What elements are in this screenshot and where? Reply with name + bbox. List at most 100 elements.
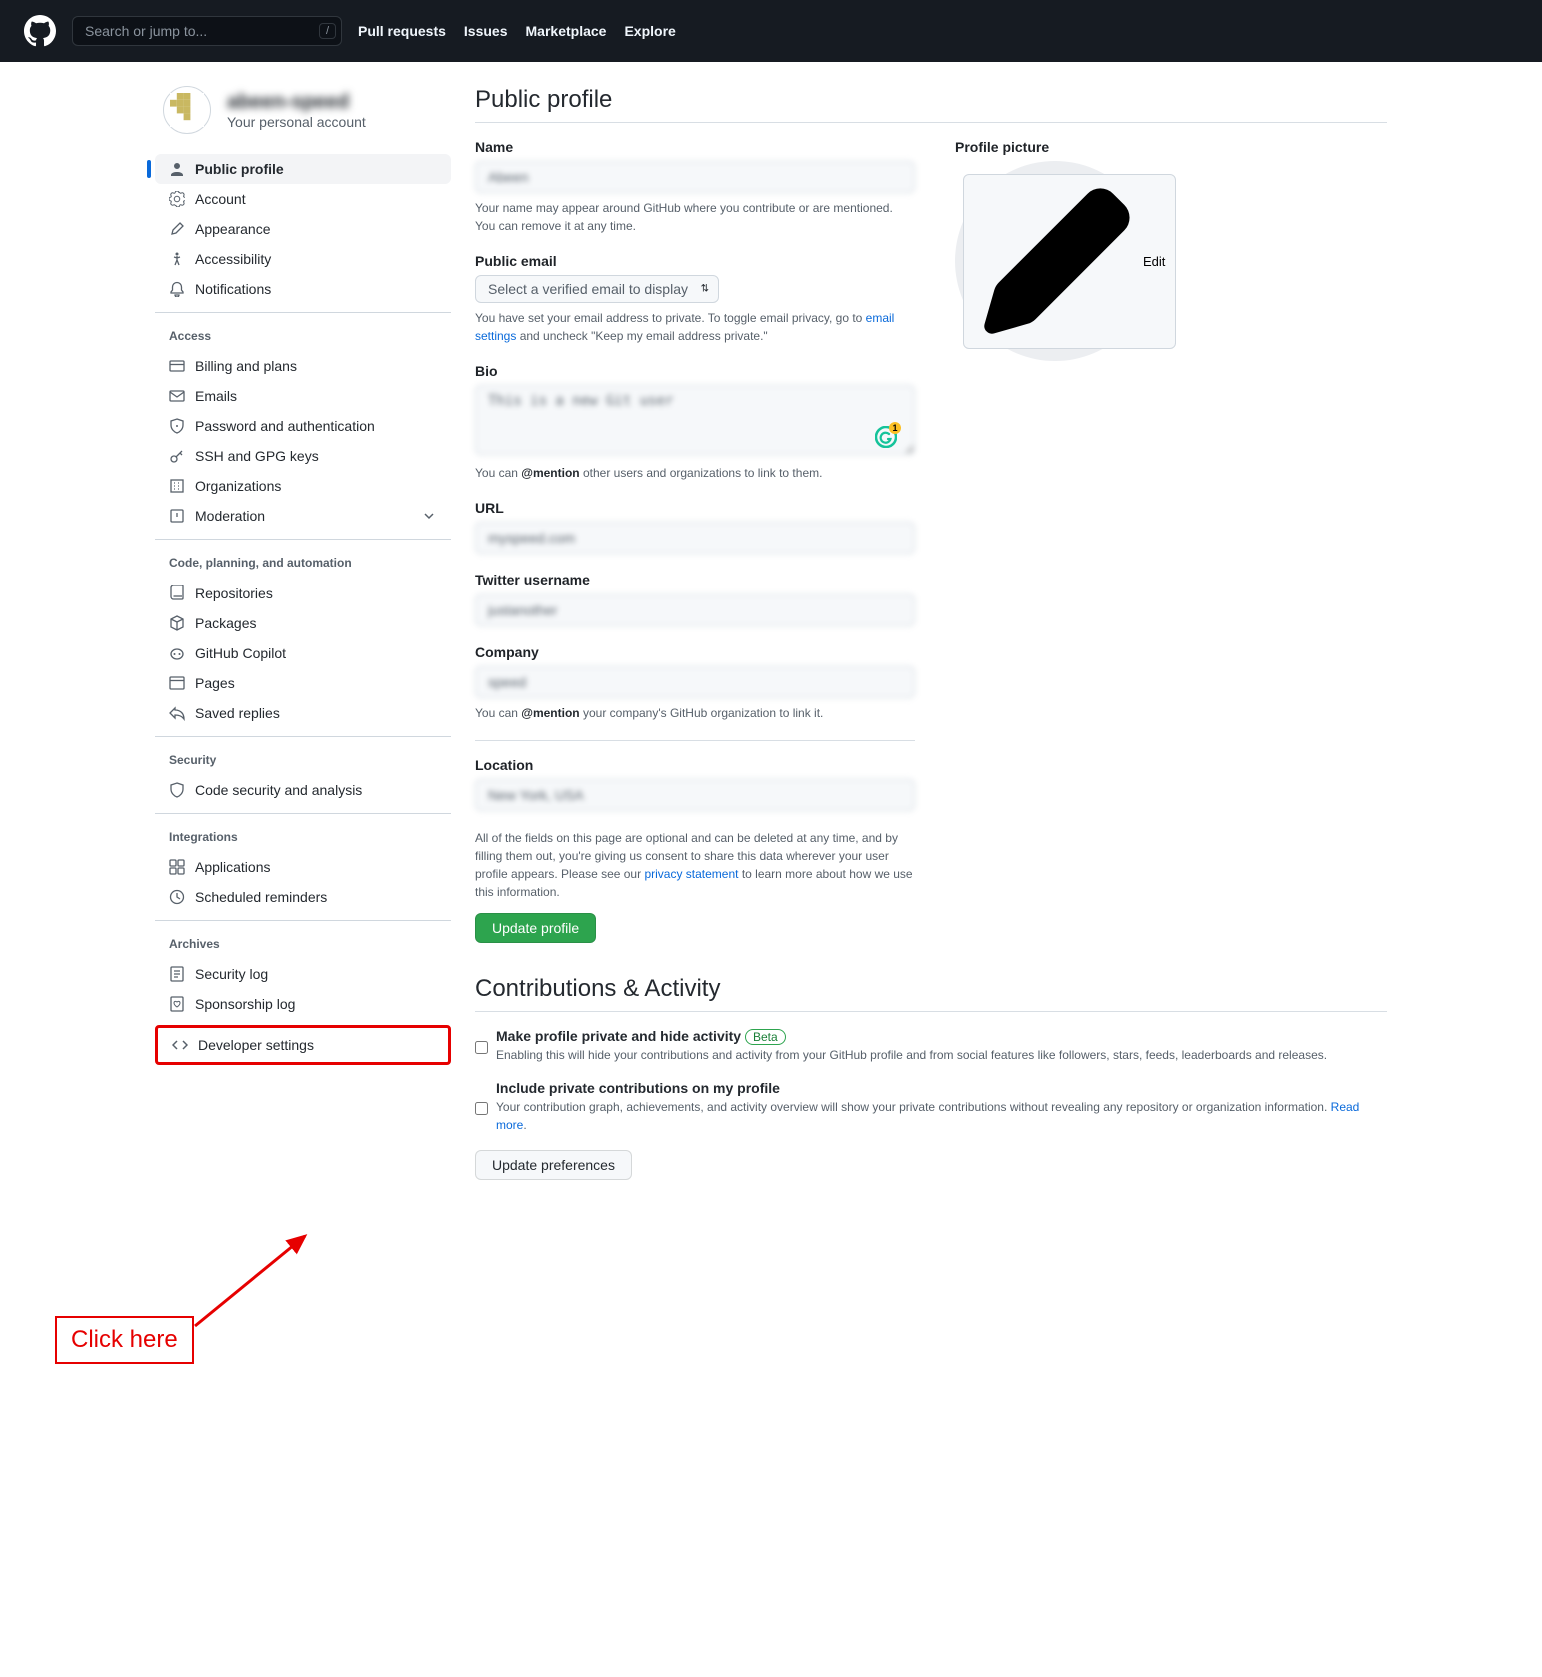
sidebar-item-packages[interactable]: Packages xyxy=(155,608,451,638)
include-private-label: Include private contributions on my prof… xyxy=(496,1080,780,1096)
twitter-input[interactable] xyxy=(475,594,915,626)
nav-item-label: Code security and analysis xyxy=(195,782,362,798)
location-input[interactable] xyxy=(475,779,915,811)
sidebar-item-pages[interactable]: Pages xyxy=(155,668,451,698)
privacy-link[interactable]: privacy statement xyxy=(644,867,738,881)
sidebar-item-code-security-and-analysis[interactable]: Code security and analysis xyxy=(155,775,451,805)
nav-issues[interactable]: Issues xyxy=(464,23,508,39)
company-help: You can @mention your company's GitHub o… xyxy=(475,704,915,722)
include-private-checkbox[interactable] xyxy=(475,1083,488,1134)
search-input[interactable] xyxy=(72,16,342,46)
email-select[interactable]: Select a verified email to display xyxy=(475,275,719,303)
nav-item-label: GitHub Copilot xyxy=(195,645,286,661)
nav-item-label: Notifications xyxy=(195,281,271,297)
private-profile-label: Make profile private and hide activity xyxy=(496,1028,741,1044)
sidebar-item-notifications[interactable]: Notifications xyxy=(155,274,451,304)
copilot-icon xyxy=(169,645,185,661)
nav-item-label: Appearance xyxy=(195,221,271,237)
heart-log-icon xyxy=(169,996,185,1012)
profile-picture: Edit xyxy=(955,161,1155,361)
sidebar-item-organizations[interactable]: Organizations xyxy=(155,471,451,501)
contributions-title: Contributions & Activity xyxy=(475,975,1387,1003)
twitter-label: Twitter username xyxy=(475,572,915,588)
sidebar-item-repositories[interactable]: Repositories xyxy=(155,578,451,608)
nav-item-label: Applications xyxy=(195,859,271,875)
nav-section-title: Integrations xyxy=(155,822,451,852)
location-label: Location xyxy=(475,757,915,773)
credit-card-icon xyxy=(169,358,185,374)
beta-badge: Beta xyxy=(745,1029,786,1045)
nav-marketplace[interactable]: Marketplace xyxy=(526,23,607,39)
sidebar-item-scheduled-reminders[interactable]: Scheduled reminders xyxy=(155,882,451,912)
bell-icon xyxy=(169,281,185,297)
nav-item-label: Billing and plans xyxy=(195,358,297,374)
repo-icon xyxy=(169,585,185,601)
update-preferences-button[interactable]: Update preferences xyxy=(475,1150,632,1180)
code-icon xyxy=(172,1037,188,1053)
organization-icon xyxy=(169,478,185,494)
sidebar-item-github-copilot[interactable]: GitHub Copilot xyxy=(155,638,451,668)
bio-textarea[interactable]: This is a new Git user xyxy=(475,385,915,455)
url-label: URL xyxy=(475,500,915,516)
company-label: Company xyxy=(475,644,915,660)
url-input[interactable] xyxy=(475,522,915,554)
nav-item-label: Password and authentication xyxy=(195,418,375,434)
sidebar-item-developer-settings[interactable]: Developer settings xyxy=(158,1030,448,1060)
include-private-desc: Your contribution graph, achievements, a… xyxy=(496,1098,1387,1134)
chevron-down-icon xyxy=(421,508,437,524)
github-logo-icon[interactable] xyxy=(24,15,56,47)
email-label: Public email xyxy=(475,253,915,269)
sidebar-item-emails[interactable]: Emails xyxy=(155,381,451,411)
nav-pull-requests[interactable]: Pull requests xyxy=(358,23,446,39)
bio-help: You can @mention other users and organiz… xyxy=(475,464,915,482)
shield-icon xyxy=(169,782,185,798)
update-profile-button[interactable]: Update profile xyxy=(475,913,596,943)
report-icon xyxy=(169,508,185,524)
grammarly-icon[interactable]: 1 xyxy=(875,426,897,448)
private-profile-checkbox[interactable] xyxy=(475,1031,488,1064)
sidebar-item-account[interactable]: Account xyxy=(155,184,451,214)
sidebar-item-password-and-authentication[interactable]: Password and authentication xyxy=(155,411,451,441)
company-input[interactable] xyxy=(475,666,915,698)
nav-item-label: Packages xyxy=(195,615,256,631)
nav-section-title: Access xyxy=(155,321,451,351)
gear-icon xyxy=(169,191,185,207)
nav-item-label: Security log xyxy=(195,966,268,982)
browser-icon xyxy=(169,675,185,691)
nav-explore[interactable]: Explore xyxy=(624,23,675,39)
name-label: Name xyxy=(475,139,915,155)
nav-item-label: Organizations xyxy=(195,478,281,494)
main-content: Public profile Name Your name may appear… xyxy=(475,86,1387,1180)
nav-item-label: Account xyxy=(195,191,246,207)
global-header: / Pull requests Issues Marketplace Explo… xyxy=(0,0,1542,62)
sidebar-item-security-log[interactable]: Security log xyxy=(155,959,451,989)
identicon-icon xyxy=(170,93,204,127)
page-title: Public profile xyxy=(475,86,1387,114)
nav-item-label: Saved replies xyxy=(195,705,280,721)
sidebar-item-applications[interactable]: Applications xyxy=(155,852,451,882)
shield-lock-icon xyxy=(169,418,185,434)
name-input[interactable] xyxy=(475,161,915,193)
sidebar-item-public-profile[interactable]: Public profile xyxy=(155,154,451,184)
edit-picture-button[interactable]: Edit xyxy=(963,174,1176,349)
nav-item-label: Moderation xyxy=(195,508,265,524)
nav-item-label: Repositories xyxy=(195,585,273,601)
sidebar-item-accessibility[interactable]: Accessibility xyxy=(155,244,451,274)
sidebar-item-moderation[interactable]: Moderation xyxy=(155,501,451,531)
package-icon xyxy=(169,615,185,631)
account-name: abeen-speed xyxy=(227,91,366,114)
sidebar-item-ssh-and-gpg-keys[interactable]: SSH and GPG keys xyxy=(155,441,451,471)
nav-item-label: Public profile xyxy=(195,161,284,177)
disclaimer-text: All of the fields on this page are optio… xyxy=(475,829,915,901)
private-profile-desc: Enabling this will hide your contributio… xyxy=(496,1046,1327,1064)
accessibility-icon xyxy=(169,251,185,267)
sidebar-item-appearance[interactable]: Appearance xyxy=(155,214,451,244)
sidebar-item-saved-replies[interactable]: Saved replies xyxy=(155,698,451,728)
name-help: Your name may appear around GitHub where… xyxy=(475,199,915,235)
apps-icon xyxy=(169,859,185,875)
sidebar-item-sponsorship-log[interactable]: Sponsorship log xyxy=(155,989,451,1019)
sidebar-item-billing-and-plans[interactable]: Billing and plans xyxy=(155,351,451,381)
nav-item-label: Scheduled reminders xyxy=(195,889,327,905)
developer-settings-label: Developer settings xyxy=(198,1037,314,1053)
clock-icon xyxy=(169,889,185,905)
